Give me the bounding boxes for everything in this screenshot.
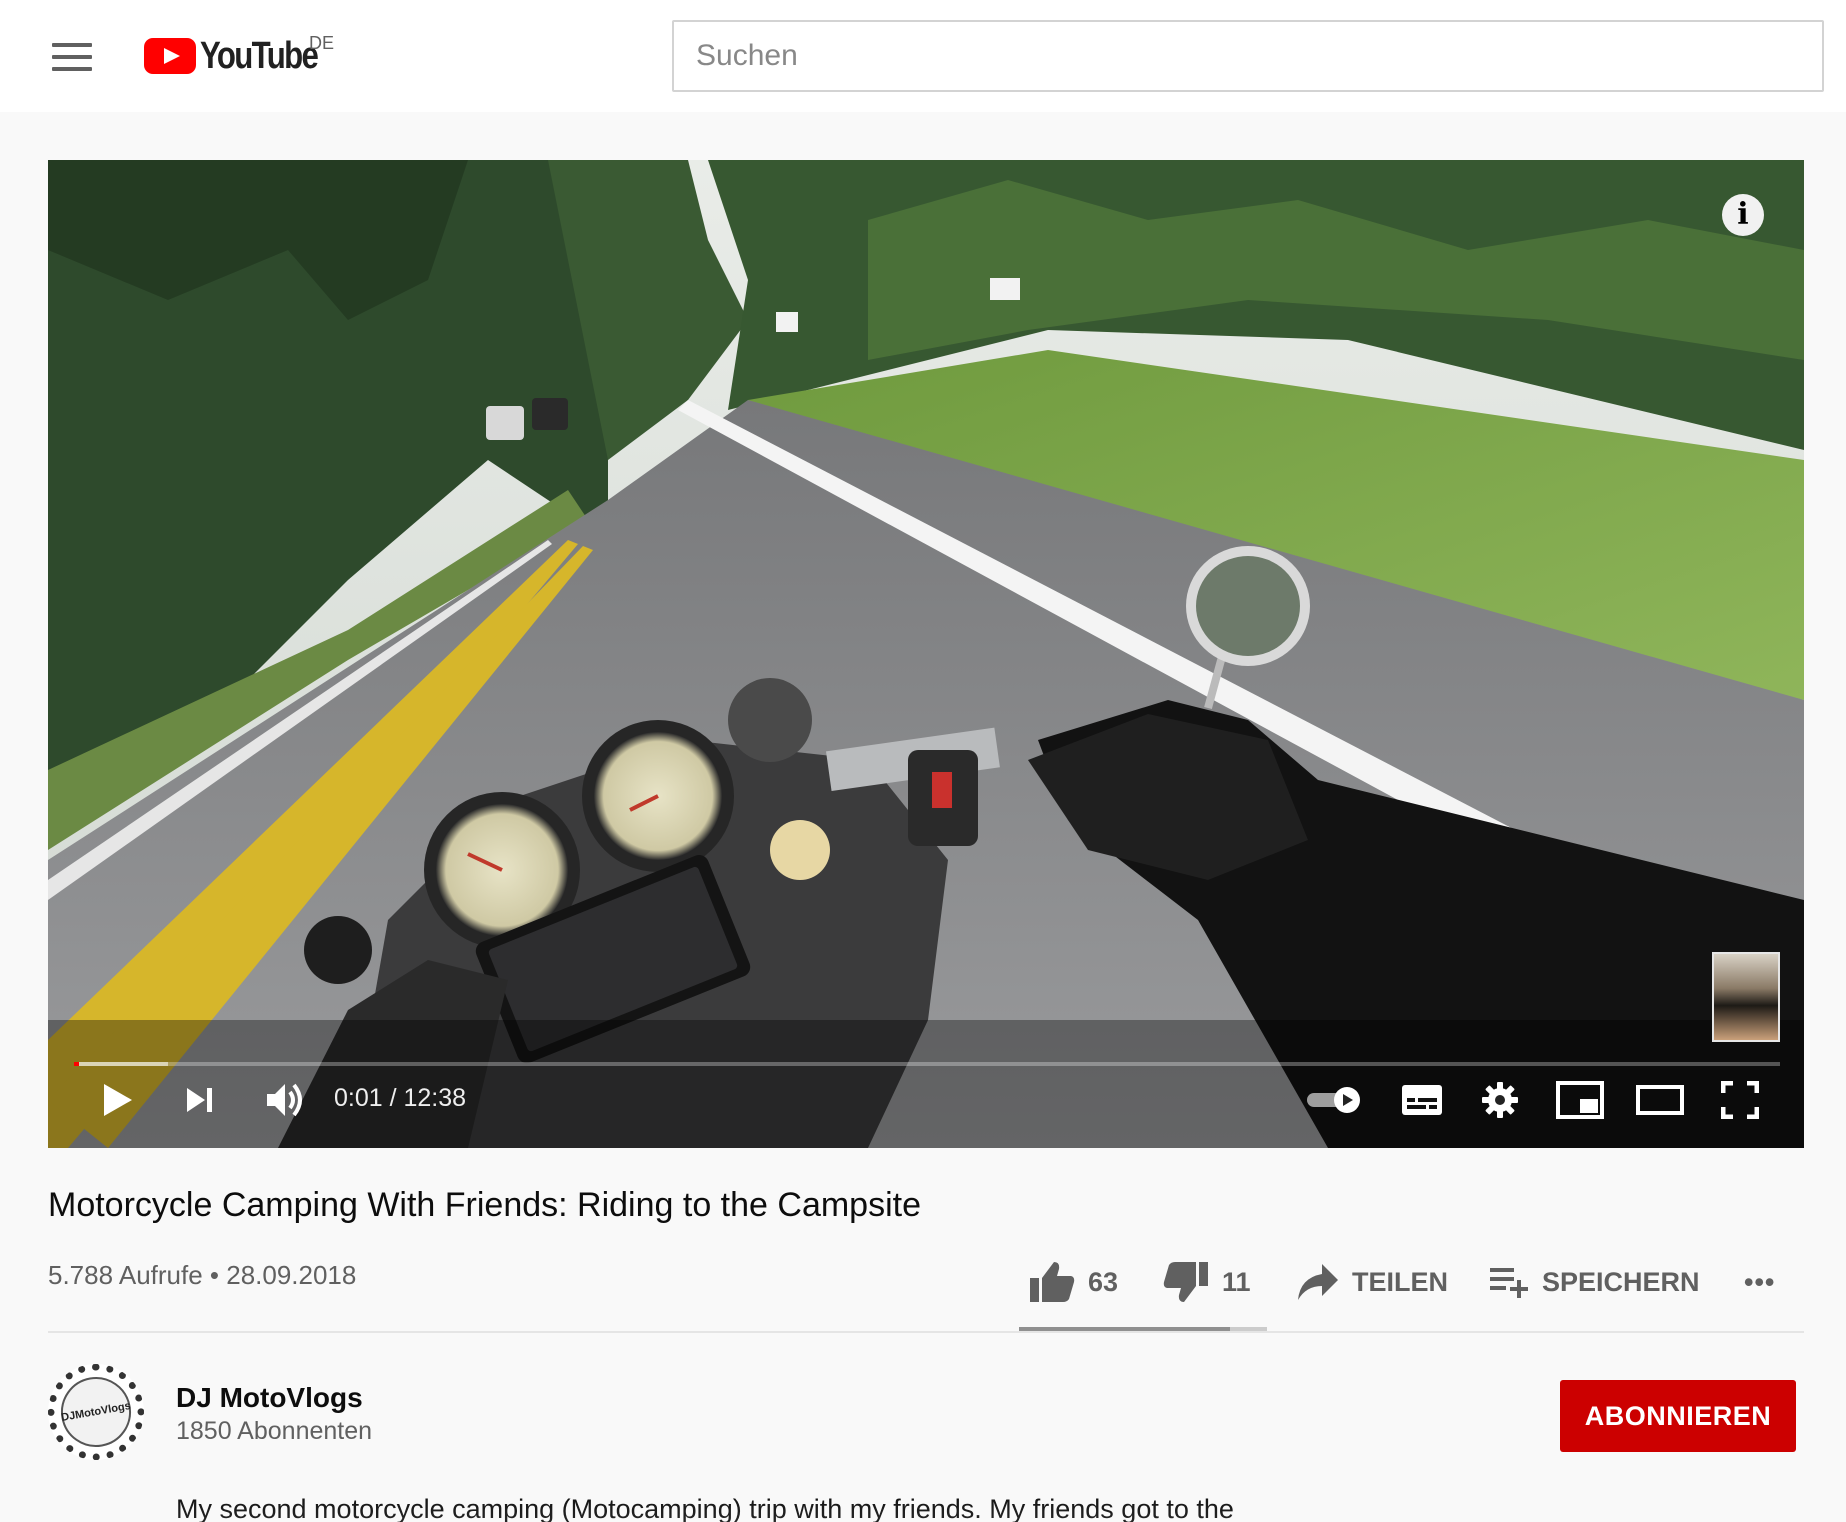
subscribe-button[interactable]: ABONNIEREN [1560, 1380, 1796, 1452]
search-input[interactable] [674, 22, 1822, 90]
view-count-and-date: 5.788 Aufrufe • 28.09.2018 [48, 1260, 357, 1290]
settings-icon [1482, 1082, 1518, 1118]
next-icon [187, 1088, 212, 1112]
channel-avatar-text: DJMotoVlogs [55, 1371, 137, 1453]
youtube-logo-icon [144, 38, 196, 74]
logo-text: YouTube [200, 34, 319, 77]
dislike-button[interactable]: 11 [1162, 1252, 1251, 1312]
video-title: Motorcycle Camping With Friends: Riding … [48, 1186, 921, 1224]
play-icon [104, 1084, 132, 1116]
dislike-count: 11 [1222, 1266, 1251, 1297]
fullscreen-button[interactable] [1710, 1070, 1770, 1130]
progress-buffer [74, 1062, 168, 1066]
share-label: TEILEN [1352, 1266, 1449, 1297]
like-button[interactable]: 63 [1028, 1252, 1118, 1312]
thumbs-up-icon [1030, 1262, 1075, 1302]
subtitles-icon [1402, 1085, 1442, 1115]
autoplay-toggle[interactable] [1302, 1070, 1366, 1130]
fullscreen-icon [1721, 1081, 1759, 1119]
volume-icon [267, 1083, 302, 1117]
like-count: 63 [1088, 1266, 1119, 1297]
volume-button[interactable] [256, 1070, 316, 1130]
next-button[interactable] [172, 1070, 228, 1130]
share-icon [1298, 1264, 1338, 1300]
video-player[interactable]: i 0:01 / 12:38 [48, 160, 1804, 1148]
more-icon: ••• [1744, 1266, 1776, 1297]
progress-played [74, 1062, 80, 1066]
playlist-add-icon [1490, 1268, 1528, 1298]
save-button[interactable]: SPEICHERN [1488, 1252, 1700, 1312]
time-display: 0:01 / 12:38 [334, 1084, 467, 1112]
more-actions-button[interactable]: ••• [1744, 1252, 1775, 1312]
subscriber-count: 1850 Abonnenten [176, 1417, 373, 1445]
progress-bar[interactable] [74, 1062, 1780, 1066]
country-code: DE [309, 33, 335, 53]
video-frame [48, 160, 1804, 1148]
play-button[interactable] [90, 1070, 146, 1130]
miniplayer-icon [1556, 1081, 1604, 1119]
player-controls: 0:01 / 12:38 [48, 1070, 1804, 1148]
save-label: SPEICHERN [1542, 1266, 1700, 1297]
miniplayer-button[interactable] [1550, 1070, 1610, 1130]
theater-mode-button[interactable] [1630, 1070, 1690, 1130]
settings-button[interactable] [1472, 1070, 1528, 1130]
info-button[interactable]: i [1722, 194, 1764, 236]
autoplay-toggle-icon [1307, 1087, 1360, 1113]
subtitles-button[interactable] [1394, 1070, 1450, 1130]
search-box [672, 20, 1824, 92]
masthead: YouTube DE [0, 0, 1846, 112]
channel-name[interactable]: DJ MotoVlogs [176, 1382, 363, 1414]
divider [48, 1331, 1804, 1333]
menu-icon[interactable] [52, 43, 92, 71]
endcard-thumbnail[interactable] [1712, 952, 1780, 1042]
share-button[interactable]: TEILEN [1296, 1252, 1448, 1312]
theater-mode-icon [1636, 1085, 1684, 1115]
thumbs-down-icon [1163, 1262, 1208, 1302]
video-description: My second motorcycle camping (Motocampin… [176, 1494, 1234, 1522]
channel-avatar[interactable]: DJMotoVlogs [48, 1364, 144, 1460]
